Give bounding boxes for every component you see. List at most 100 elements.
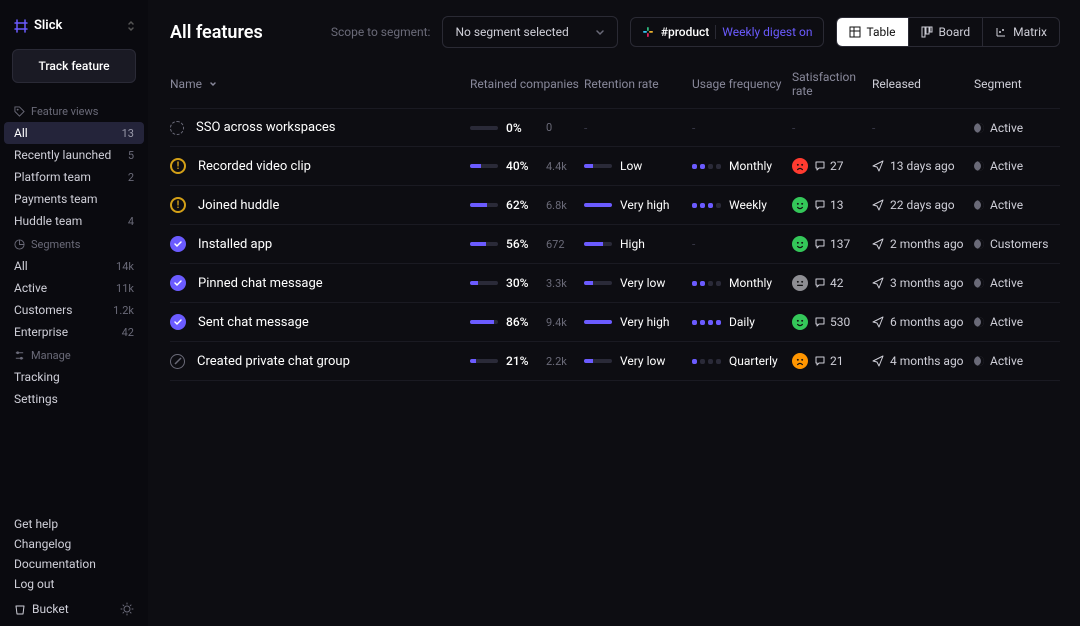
sliders-icon — [14, 350, 25, 361]
send-icon — [872, 277, 884, 289]
rate-empty: - — [584, 121, 587, 135]
bucket-icon — [14, 603, 26, 615]
usage-label: Monthly — [729, 276, 772, 290]
rate-bar — [584, 281, 612, 285]
digest-pill[interactable]: #product Weekly digest on — [630, 17, 824, 47]
tag-icon — [14, 106, 25, 117]
nav-count: 2 — [128, 171, 134, 184]
retained-bar — [470, 242, 498, 246]
nav-label: Active — [14, 281, 47, 295]
chevron-down-icon — [595, 27, 605, 37]
send-icon — [872, 199, 884, 211]
col-segment[interactable]: Segment — [974, 77, 1022, 91]
col-name[interactable]: Name — [170, 77, 202, 91]
help-item[interactable]: Get help — [0, 514, 148, 534]
featureview-item[interactable]: All13 — [4, 122, 144, 144]
featureview-item[interactable]: Huddle team4 — [0, 210, 148, 232]
released-label: 22 days ago — [890, 198, 955, 212]
nav-label: Platform team — [14, 170, 91, 184]
retained-pct: 40% — [506, 159, 538, 173]
col-usage[interactable]: Usage frequency — [692, 77, 781, 91]
table-row[interactable]: !Recorded video clip40%4.4kLowMonthly271… — [170, 147, 1060, 186]
slack-icon — [641, 25, 655, 39]
send-icon — [872, 160, 884, 172]
table-header: Name Retained companies Retention rate U… — [170, 60, 1060, 109]
col-released[interactable]: Released — [872, 77, 921, 91]
help-item[interactable]: Documentation — [0, 554, 148, 574]
nav-label: Changelog — [14, 537, 71, 551]
view-matrix[interactable]: Matrix — [983, 18, 1059, 46]
table-row[interactable]: Pinned chat message30%3.3kVery lowMonthl… — [170, 264, 1060, 303]
view-table[interactable]: Table — [837, 18, 909, 46]
moon-icon — [974, 123, 984, 133]
view-label: Matrix — [1013, 25, 1047, 39]
sat-count: 13 — [814, 198, 844, 212]
rate-bar — [584, 242, 612, 246]
comment-icon — [814, 316, 826, 328]
manage-item[interactable]: Settings — [0, 388, 148, 410]
check-icon — [170, 275, 186, 291]
usage-dots — [692, 203, 721, 208]
moon-icon — [974, 200, 984, 210]
table-row[interactable]: SSO across workspaces0%0----Active — [170, 109, 1060, 147]
retained-pct: 86% — [506, 315, 538, 329]
col-satisfaction[interactable]: Satisfaction rate — [792, 70, 872, 98]
face-red-icon — [792, 158, 808, 174]
sat-count: 530 — [814, 315, 850, 329]
segment-item[interactable]: Active 11k — [0, 277, 148, 299]
track-feature-button[interactable]: Track feature — [12, 49, 136, 83]
col-retained[interactable]: Retained companies — [470, 77, 579, 91]
nav-label: All — [14, 126, 28, 140]
retained-count: 2.2k — [546, 355, 567, 368]
usage-empty: - — [692, 237, 695, 251]
segment-label: Active — [990, 159, 1023, 173]
board-icon — [921, 26, 933, 38]
featureviews-label: Feature views — [31, 105, 98, 118]
moon-icon — [974, 317, 984, 327]
nav-label: Recently launched — [14, 148, 111, 162]
rate-label: Very high — [620, 315, 669, 329]
segment-placeholder: No segment selected — [455, 25, 568, 39]
retained-bar — [470, 281, 498, 285]
col-retention[interactable]: Retention rate — [584, 77, 659, 91]
feature-name: Sent chat message — [198, 315, 309, 330]
rate-bar — [584, 359, 612, 363]
rate-label: Very low — [620, 276, 665, 290]
face-green-icon — [792, 314, 808, 330]
retained-bar — [470, 126, 498, 130]
segment-label: Active — [990, 315, 1023, 329]
sat-count: 27 — [814, 159, 844, 173]
featureview-item[interactable]: Payments team — [0, 188, 148, 210]
help-item[interactable]: Log out — [0, 574, 148, 594]
segment-item[interactable]: Customers 1.2k — [0, 299, 148, 321]
bucket-link[interactable]: Bucket — [14, 602, 69, 616]
feature-name: SSO across workspaces — [196, 120, 335, 135]
product-tag: #product — [661, 25, 710, 39]
table-row[interactable]: Created private chat group21%2.2kVery lo… — [170, 342, 1060, 381]
featureview-item[interactable]: Recently launched5 — [0, 144, 148, 166]
nav-count: 11k — [116, 282, 134, 295]
hash-logo-icon — [14, 19, 28, 33]
sort-icon[interactable] — [208, 79, 218, 89]
segment-item[interactable]: All14k — [0, 255, 148, 277]
table-row[interactable]: Sent chat message86%9.4kVery highDaily53… — [170, 303, 1060, 342]
view-board[interactable]: Board — [909, 18, 984, 46]
manage-item[interactable]: Tracking — [0, 366, 148, 388]
face-gray-icon — [792, 275, 808, 291]
featureview-item[interactable]: Platform team 2 — [0, 166, 148, 188]
workspace-switcher[interactable]: Slick — [0, 10, 148, 49]
nav-label: Customers — [14, 303, 72, 317]
segment-item[interactable]: Enterprise42 — [0, 321, 148, 343]
app-name: Slick — [34, 18, 62, 33]
table-row[interactable]: !Joined huddle62%6.8kVery highWeekly1322… — [170, 186, 1060, 225]
released-label: 13 days ago — [890, 159, 955, 173]
segment-select[interactable]: No segment selected — [442, 16, 617, 48]
help-item[interactable]: Changelog — [0, 534, 148, 554]
theme-toggle-icon[interactable] — [120, 602, 134, 616]
moon-icon — [974, 239, 984, 249]
table-row[interactable]: Installed app56%672High-1372 months agoC… — [170, 225, 1060, 264]
nav-count: 42 — [122, 326, 134, 339]
retained-bar — [470, 320, 498, 324]
nav-count: 1.2k — [113, 304, 134, 317]
released-label: 4 months ago — [890, 354, 964, 368]
